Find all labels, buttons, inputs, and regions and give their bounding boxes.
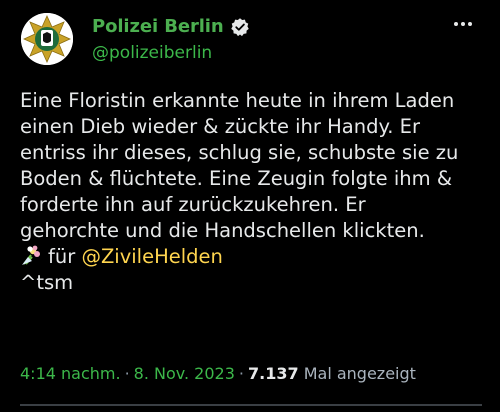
- views-count: 7.137: [248, 364, 299, 383]
- post-date[interactable]: 8. Nov. 2023: [134, 364, 235, 383]
- divider: [20, 404, 482, 406]
- tweet-line: forderte ihn auf zurückzukehren. Er: [20, 193, 366, 216]
- verified-badge-icon: [230, 17, 249, 36]
- author-name-row: Polizei Berlin: [92, 16, 250, 37]
- more-options-icon: [454, 22, 458, 26]
- more-options-button[interactable]: [446, 12, 480, 36]
- tweet-line: einen Dieb wieder & zückte ihr Handy. Er: [20, 115, 420, 138]
- thanks-line: für @ZivileHelden: [20, 244, 490, 270]
- bouquet-icon: [22, 245, 40, 265]
- police-star-badge-icon: [21, 13, 73, 65]
- tweet-line: gehorchte und die Handschellen klickten.: [20, 219, 425, 242]
- avatar[interactable]: [21, 13, 73, 65]
- tweet-line: Eine Floristin erkannte heute in ihrem L…: [20, 89, 455, 112]
- signature: ^tsm: [20, 271, 74, 294]
- thanks-prefix: für: [48, 245, 76, 268]
- tweet-line: entriss ihr dieses, schlug sie, schubste…: [20, 141, 459, 164]
- tweet-line: Boden & flüchtete. Eine Zeugin folgte ih…: [20, 167, 453, 190]
- tweet: Polizei Berlin @polizeiberlin Eine Flori…: [0, 0, 500, 412]
- tweet-text: Eine Floristin erkannte heute in ihrem L…: [20, 88, 490, 296]
- tweet-meta: 4:14 nachm. · 8. Nov. 2023 · 7.137 Mal angez…: [20, 364, 416, 383]
- views-label: Mal angezeigt: [303, 364, 416, 383]
- user-handle[interactable]: @polizeiberlin: [92, 43, 212, 63]
- mention-link[interactable]: @ZivileHelden: [81, 245, 222, 268]
- display-name[interactable]: Polizei Berlin: [92, 16, 224, 37]
- post-time[interactable]: 4:14 nachm.: [20, 364, 121, 383]
